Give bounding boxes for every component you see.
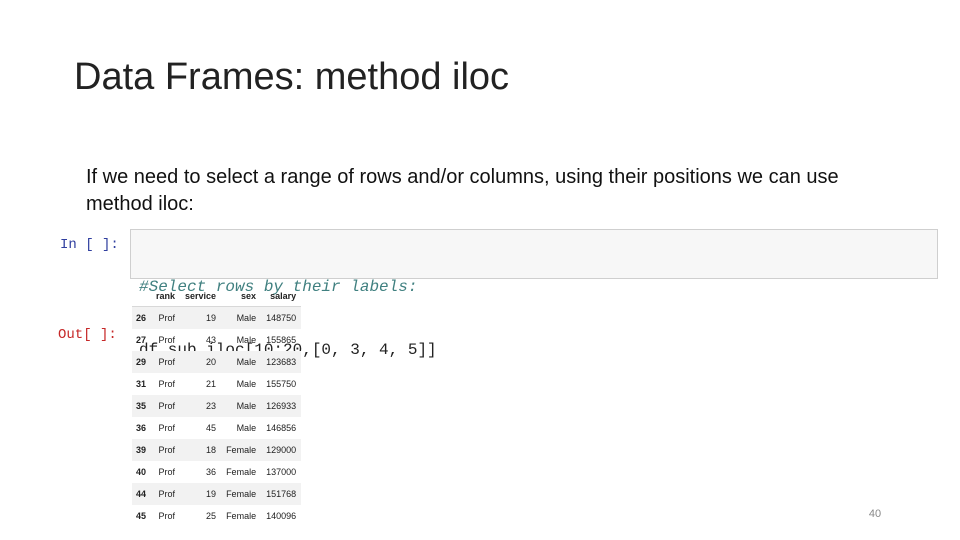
cell-sex: Male [236, 379, 257, 389]
cell-sex: Male [236, 423, 257, 433]
cell-rank: Prof [151, 483, 181, 505]
table-row: 40 Prof 36 Female 137000 [132, 461, 301, 483]
cell-service: 19 [180, 306, 222, 329]
table-header-service: service [180, 286, 222, 307]
row-index: 35 [132, 395, 152, 417]
row-index: 39 [132, 439, 152, 461]
cell-service: 18 [180, 439, 222, 461]
cell-sex: Female [221, 483, 262, 505]
page-number: 40 [868, 508, 882, 520]
cell-salary: 151768 [261, 483, 302, 505]
row-index: 44 [132, 483, 152, 505]
cell-sex: Female [226, 467, 257, 477]
row-index: 26 [132, 306, 152, 329]
in-prompt: In [ ]: [60, 237, 119, 253]
row-index: 45 [136, 511, 147, 521]
cell-sex: Female [221, 439, 262, 461]
cell-service: 20 [180, 351, 222, 373]
table-row: 29 Prof 20 Male 123683 [132, 351, 302, 373]
cell-service: 25 [206, 511, 217, 521]
cell-service: 43 [206, 335, 217, 345]
cell-rank: Prof [158, 511, 176, 521]
cell-rank: Prof [158, 467, 176, 477]
cell-sex: Female [226, 511, 257, 521]
cell-salary: 129000 [261, 439, 302, 461]
code-cell[interactable]: #Select rows by their labels: df_sub.ilo… [130, 229, 938, 359]
cell-salary: 148750 [261, 306, 302, 329]
row-index: 36 [136, 423, 147, 433]
cell-salary: 155750 [266, 379, 297, 389]
cell-sex: Male [221, 306, 262, 329]
cell-rank: Prof [151, 395, 181, 417]
cell-service: 45 [206, 423, 217, 433]
cell-salary: 155865 [266, 335, 297, 345]
cell-rank: Prof [158, 379, 176, 389]
cell-rank: Prof [151, 306, 181, 329]
table-row: 26 Prof 19 Male 148750 [132, 306, 302, 329]
row-index: 31 [136, 379, 147, 389]
row-index: 27 [136, 335, 147, 345]
cell-sex: Male [221, 395, 262, 417]
cell-service: 36 [206, 467, 217, 477]
cell-rank: Prof [151, 351, 181, 373]
slide-body-text: If we need to select a range of rows and… [86, 166, 839, 215]
table-header-salary: salary [261, 286, 302, 307]
out-prompt: Out[ ]: [58, 327, 117, 343]
row-index: 29 [132, 351, 152, 373]
cell-salary: 137000 [266, 467, 297, 477]
cell-salary: 146856 [266, 423, 297, 433]
table-row: 31 Prof 21 Male 155750 [132, 373, 301, 395]
cell-service: 21 [206, 379, 217, 389]
cell-rank: Prof [151, 439, 181, 461]
table-row: 39 Prof 18 Female 129000 [132, 439, 302, 461]
cell-rank: Prof [158, 423, 176, 433]
table-row: 36 Prof 45 Male 146856 [132, 417, 301, 439]
cell-sex: Male [236, 335, 257, 345]
table-row: 45 Prof 25 Female 140096 [132, 505, 301, 527]
cell-service: 19 [180, 483, 222, 505]
cell-salary: 123683 [261, 351, 302, 373]
row-index: 40 [136, 467, 147, 477]
table-header-sex: sex [221, 286, 262, 307]
table-header-row: rank service sex salary [132, 286, 302, 307]
cell-sex: Male [221, 351, 262, 373]
table-row: 35 Prof 23 Male 126933 [132, 395, 302, 417]
cell-rank: Prof [158, 335, 176, 345]
table-row: 27 Prof 43 Male 155865 [132, 329, 301, 351]
cell-salary: 126933 [261, 395, 302, 417]
cell-service: 23 [180, 395, 222, 417]
cell-salary: 140096 [266, 511, 297, 521]
table-row: 44 Prof 19 Female 151768 [132, 483, 302, 505]
table-header-rank: rank [151, 286, 181, 307]
slide-title: Data Frames: method iloc [74, 56, 510, 98]
output-dataframe-table: rank service sex salary 26 Prof 19 Male … [132, 286, 302, 527]
table-header-index [132, 286, 152, 307]
